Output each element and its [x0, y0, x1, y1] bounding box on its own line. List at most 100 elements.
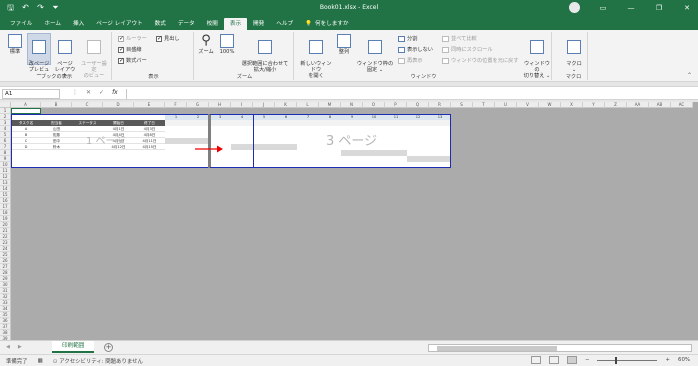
formula-input[interactable] — [126, 89, 694, 99]
macro-record-icon[interactable]: ▦ — [38, 358, 43, 364]
name-box[interactable]: A1 — [2, 89, 60, 99]
tab-developer[interactable]: 開発 — [247, 18, 270, 30]
tab-page-layout[interactable]: ページ レイアウト — [90, 18, 148, 30]
custom-views-icon — [87, 40, 101, 54]
normal-view-status-button[interactable] — [530, 356, 541, 364]
column-header[interactable]: O — [363, 102, 385, 108]
collapse-ribbon-icon[interactable]: ⌃ — [687, 72, 692, 79]
magnifier-icon: ⚲ — [201, 33, 211, 48]
account-avatar[interactable] — [569, 2, 580, 13]
normal-view-label: 標準 — [9, 49, 21, 55]
tab-file[interactable]: ファイル — [4, 18, 38, 30]
workbook-views-group-label: ブックの表示 — [40, 74, 73, 80]
enter-icon[interactable]: ✓ — [99, 89, 104, 96]
column-header[interactable]: N — [341, 102, 363, 108]
column-header[interactable]: AC — [671, 102, 693, 108]
column-header[interactable]: K — [275, 102, 297, 108]
accessibility-status[interactable]: ⚇ アクセシビリティ: 問題ありません — [53, 357, 143, 365]
column-header[interactable]: M — [319, 102, 341, 108]
column-header[interactable]: J — [253, 102, 275, 108]
column-header[interactable]: B — [41, 102, 72, 108]
group-show: ルーラー 見出し 目盛線 数式バー 表示 — [114, 32, 194, 80]
sheet-tab-print-area[interactable]: 印刷範囲 — [52, 341, 95, 353]
freeze-panes-button[interactable]: ウィンドウ枠の 固定 ⌄ — [356, 34, 394, 73]
zoom-button[interactable]: ⚲ ズーム — [196, 33, 216, 56]
page-break-status-button[interactable] — [566, 356, 577, 364]
sheet-prev-icon[interactable]: ◀ — [6, 344, 10, 350]
column-header[interactable]: AA — [627, 102, 649, 108]
column-header[interactable]: T — [473, 102, 495, 108]
tab-formulas[interactable]: 数式 — [149, 18, 172, 30]
macros-button[interactable]: マクロ ⌄ — [562, 34, 586, 73]
tab-review[interactable]: 校閲 — [201, 18, 224, 30]
column-header[interactable]: W — [539, 102, 561, 108]
view-side-by-side-button[interactable]: 並べて比較 — [442, 35, 477, 42]
tab-data[interactable]: データ — [172, 18, 201, 30]
horizontal-scrollbar[interactable] — [428, 344, 692, 352]
sheet-next-icon[interactable]: ▶ — [18, 344, 22, 350]
column-header[interactable]: P — [385, 102, 407, 108]
column-header[interactable]: R — [429, 102, 451, 108]
arrange-all-button[interactable]: 整列 — [336, 34, 352, 55]
page-layout-status-button[interactable] — [548, 356, 559, 364]
horizontal-scroll-thumb[interactable] — [437, 346, 557, 351]
formula-bar: A1 ⋮ ✕ ✓ fx — [0, 86, 698, 100]
tab-home[interactable]: ホーム — [38, 18, 67, 30]
column-header[interactable]: V — [517, 102, 539, 108]
status-right: − + 60% — [530, 356, 690, 364]
zoom-100-button[interactable]: 100% — [217, 34, 237, 55]
group-workbook-views: 標準 改ページ プレビュー ページ レイアウト ユーザー設定 のビュー ブックの… — [2, 32, 112, 80]
column-header[interactable]: D — [103, 102, 134, 108]
hide-button[interactable]: 表示しない — [398, 46, 433, 53]
tell-me-search[interactable]: 💡 何をしますか — [299, 18, 355, 30]
split-button[interactable]: 分割 — [398, 35, 417, 42]
column-header[interactable]: I — [231, 102, 253, 108]
ruler-checkbox[interactable]: ルーラー — [118, 35, 147, 42]
zoom-out-icon[interactable]: − — [585, 357, 590, 363]
column-header[interactable]: AB — [649, 102, 671, 108]
zoom-in-icon[interactable]: + — [665, 357, 670, 363]
formula-bar-checkbox-box — [118, 57, 124, 64]
column-header[interactable]: U — [495, 102, 517, 108]
column-header[interactable]: Z — [605, 102, 627, 108]
close-button[interactable]: ✕ — [682, 4, 692, 12]
headings-checkbox[interactable]: 見出し — [156, 35, 180, 42]
tab-help[interactable]: ヘルプ — [270, 18, 299, 30]
synchronous-scrolling-button[interactable]: 同時にスクロール — [442, 46, 493, 53]
column-header[interactable]: X — [561, 102, 583, 108]
normal-view-button[interactable]: 標準 — [4, 34, 26, 55]
reset-position-label: ウィンドウの位置を元に戻す — [451, 58, 519, 64]
zoom-slider[interactable] — [597, 356, 658, 364]
column-header[interactable]: Y — [583, 102, 605, 108]
gridlines-checkbox[interactable]: 目盛線 — [118, 46, 142, 53]
minimize-button[interactable]: — — [626, 4, 636, 12]
excel-window: 🖫 ↶ ↷ ⏷ Book01.xlsx - Excel ▭ — ❐ ✕ ファイル… — [0, 0, 698, 366]
macros-label: マクロ ⌄ — [566, 61, 582, 73]
column-header[interactable]: G — [187, 102, 209, 108]
formula-bar-icons: ⋮ ✕ ✓ fx — [72, 89, 118, 96]
show-group-label: 表示 — [148, 74, 159, 80]
new-window-icon — [309, 40, 323, 54]
unhide-button[interactable]: 再表示 — [398, 57, 423, 64]
add-sheet-button[interactable]: + — [104, 343, 113, 352]
ribbon-display-icon[interactable]: ▭ — [598, 4, 608, 12]
zoom-to-selection-button[interactable]: 選択範囲に合わせて 拡大/縮小 — [238, 34, 292, 73]
tab-insert[interactable]: 挿入 — [67, 18, 90, 30]
formula-bar-checkbox[interactable]: 数式バー — [118, 57, 147, 64]
column-header[interactable]: H — [209, 102, 231, 108]
zoom-slider-thumb[interactable] — [615, 356, 618, 364]
restore-button[interactable]: ❐ — [654, 4, 664, 12]
page-break-preview-button[interactable]: 改ページ プレビュー — [27, 33, 51, 79]
column-header[interactable]: L — [297, 102, 319, 108]
insert-function-icon[interactable]: fx — [112, 89, 118, 96]
worksheet-grid[interactable]: A B C D E F G H I J K L M N O P Q R S T U V W X Y Z AA AB AC 1234567… — [0, 102, 698, 340]
column-header[interactable]: S — [451, 102, 473, 108]
column-header[interactable]: Q — [407, 102, 429, 108]
zoom-level[interactable]: 60% — [678, 357, 690, 363]
tab-view[interactable]: 表示 — [223, 18, 248, 30]
column-header[interactable]: E — [134, 102, 165, 108]
column-header[interactable]: F — [165, 102, 187, 108]
reset-window-position-button[interactable]: ウィンドウの位置を元に戻す — [442, 57, 518, 64]
column-header[interactable]: C — [72, 102, 103, 108]
cancel-icon[interactable]: ✕ — [86, 89, 91, 96]
